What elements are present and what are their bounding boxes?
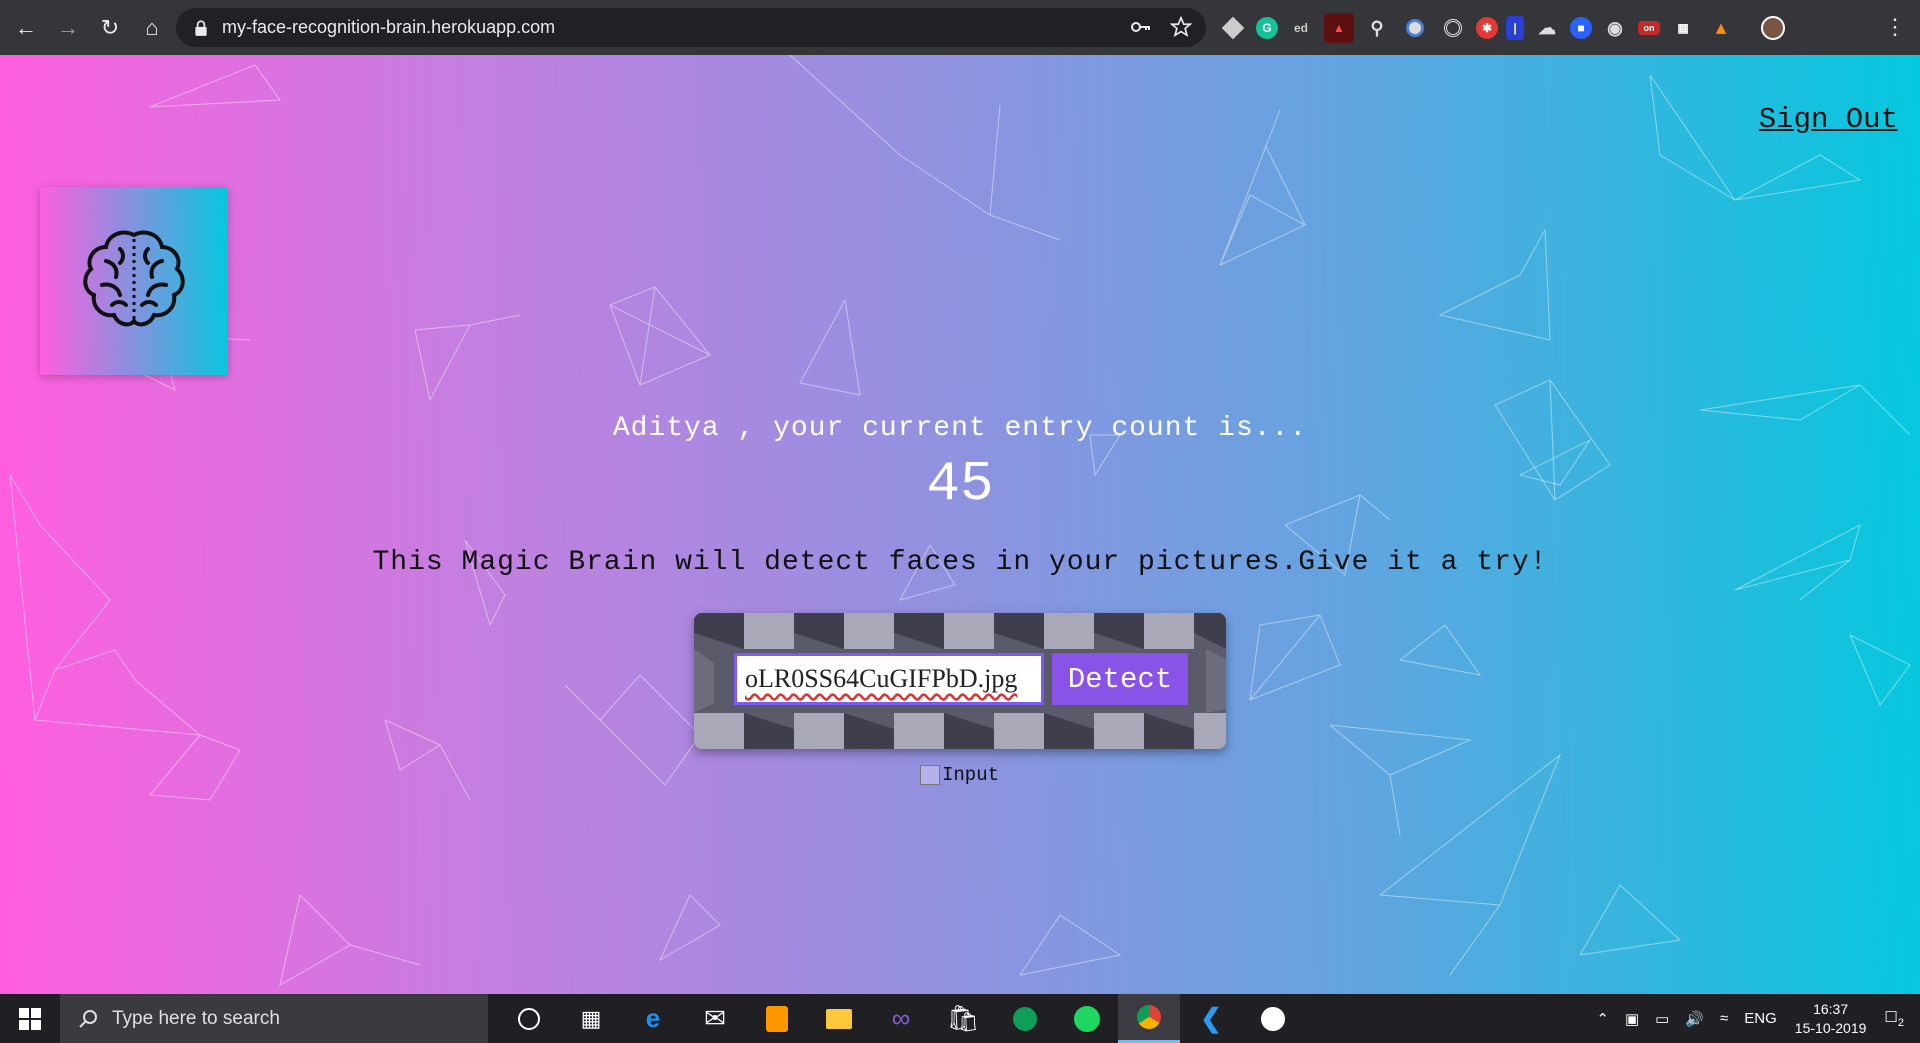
- reload-icon[interactable]: ↻: [90, 8, 130, 48]
- sublime-text-icon[interactable]: [746, 994, 808, 1043]
- entry-count-value: 45: [926, 452, 994, 516]
- brain-logo[interactable]: [40, 187, 228, 375]
- key-icon[interactable]: [1130, 16, 1152, 38]
- profile-avatar-icon[interactable]: [1758, 13, 1788, 43]
- battery-icon[interactable]: ▭: [1655, 1010, 1669, 1028]
- ed-extension-icon[interactable]: ed: [1286, 13, 1316, 43]
- cortana-icon[interactable]: [498, 994, 560, 1043]
- file-explorer-icon[interactable]: [808, 994, 870, 1043]
- store-icon[interactable]: 🛍: [932, 994, 994, 1043]
- detect-button[interactable]: Detect: [1052, 653, 1188, 705]
- entry-count-greeting: Aditya , your current entry count is...: [612, 413, 1308, 444]
- wifi-icon[interactable]: ≈: [1720, 1010, 1728, 1027]
- url-text: my-face-recognition-brain.herokuapp.com: [222, 17, 556, 37]
- image-url-form: oLR0SS64CuGIFPbD.jpg Detect: [694, 613, 1226, 749]
- image-url-value: oLR0SS64CuGIFPbD.jpg: [745, 664, 1018, 693]
- lightbulb-extension-icon[interactable]: ⚲: [1362, 13, 1392, 43]
- particles-background: [9, 55, 1911, 986]
- shield-extension-icon[interactable]: ■: [1570, 17, 1592, 39]
- address-bar[interactable]: my-face-recognition-brain.herokuapp.com: [176, 8, 1206, 47]
- device-icon[interactable]: ▣: [1625, 1010, 1639, 1028]
- notification-center-icon[interactable]: ☐2: [1884, 1008, 1904, 1029]
- system-tray: ⌃ ▣ ▭ 🔊 ≈ ENG 16:37 15-10-2019 ☐2: [1588, 994, 1920, 1043]
- star-icon[interactable]: [1170, 16, 1192, 38]
- sign-out-link[interactable]: Sign Out: [1759, 103, 1898, 136]
- input-checkbox[interactable]: [920, 765, 940, 785]
- target-extension-icon[interactable]: [1438, 13, 1468, 43]
- input-checkbox-label: Input: [942, 764, 1000, 786]
- vscode-icon[interactable]: ❮: [1180, 994, 1242, 1043]
- counter-extension-icon[interactable]: ▦: [1668, 13, 1698, 43]
- gamepad-icon[interactable]: [1242, 994, 1304, 1043]
- brain-icon: [83, 230, 185, 327]
- browser-menu-icon[interactable]: ⋮: [1884, 14, 1906, 40]
- task-view-icon[interactable]: ▦: [560, 994, 622, 1043]
- bug-extension-icon[interactable]: ✱: [1476, 17, 1498, 39]
- clock[interactable]: 16:37 15-10-2019: [1795, 1000, 1867, 1038]
- windows-taskbar: Type here to search ▦ e ✉ ∞ 🛍 ❮ ⌃ ▣ ▭ 🔊 …: [0, 994, 1920, 1043]
- edge-icon[interactable]: e: [622, 994, 684, 1043]
- windows-start-button[interactable]: [0, 994, 60, 1043]
- app-page: Sign Out Aditya , your current entry cou…: [0, 55, 1920, 994]
- forward-arrow-icon[interactable]: →: [48, 8, 88, 48]
- taskbar-search-box[interactable]: Type here to search: [60, 994, 488, 1043]
- grammarly-extension-icon[interactable]: G: [1256, 17, 1278, 39]
- bar-extension-icon[interactable]: |: [1506, 16, 1524, 40]
- hangouts-icon[interactable]: [994, 994, 1056, 1043]
- back-arrow-icon[interactable]: ←: [6, 8, 46, 48]
- cloud-extension-icon[interactable]: ☁: [1532, 13, 1562, 43]
- cube-extension-icon[interactable]: [1218, 13, 1248, 43]
- lock-icon: [195, 19, 207, 36]
- visual-studio-icon[interactable]: ∞: [870, 994, 932, 1043]
- search-placeholder: Type here to search: [112, 1007, 280, 1029]
- taskbar-apps: ▦ e ✉ ∞ 🛍 ❮: [498, 994, 1304, 1043]
- language-indicator[interactable]: ENG: [1744, 1010, 1777, 1027]
- notification-count: 2: [1897, 1017, 1904, 1029]
- pdf-extension-icon[interactable]: ▲: [1324, 13, 1354, 43]
- fox-extension-icon[interactable]: ▲: [1706, 13, 1736, 43]
- chrome-icon[interactable]: [1118, 994, 1180, 1043]
- image-url-input[interactable]: oLR0SS64CuGIFPbD.jpg: [734, 653, 1044, 705]
- search-icon: [79, 1009, 97, 1028]
- home-icon[interactable]: ⌂: [132, 8, 172, 48]
- input-checkbox-row[interactable]: Input: [920, 764, 999, 786]
- chevron-up-icon[interactable]: ⌃: [1596, 1010, 1609, 1028]
- circle-extension-icon[interactable]: [1400, 13, 1430, 43]
- clock-time: 16:37: [1813, 1000, 1849, 1017]
- clock-date: 15-10-2019: [1794, 1019, 1867, 1036]
- browser-toolbar: ← → ↻ ⌂ my-face-recognition-brain.heroku…: [0, 0, 1920, 55]
- windows-logo-icon: [19, 1007, 41, 1030]
- mail-icon[interactable]: ✉: [684, 994, 746, 1043]
- spotify-icon[interactable]: [1056, 994, 1118, 1043]
- chat-extension-icon[interactable]: ◉: [1600, 13, 1630, 43]
- volume-icon[interactable]: 🔊: [1685, 1010, 1704, 1028]
- tagline-text: This Magic Brain will detect faces in yo…: [372, 547, 1548, 578]
- extensions-row: G ed ▲ ⚲ ✱ | ☁ ■ ◉ on ▦ ▲: [1218, 12, 1788, 44]
- red-extension-icon[interactable]: on: [1638, 21, 1660, 35]
